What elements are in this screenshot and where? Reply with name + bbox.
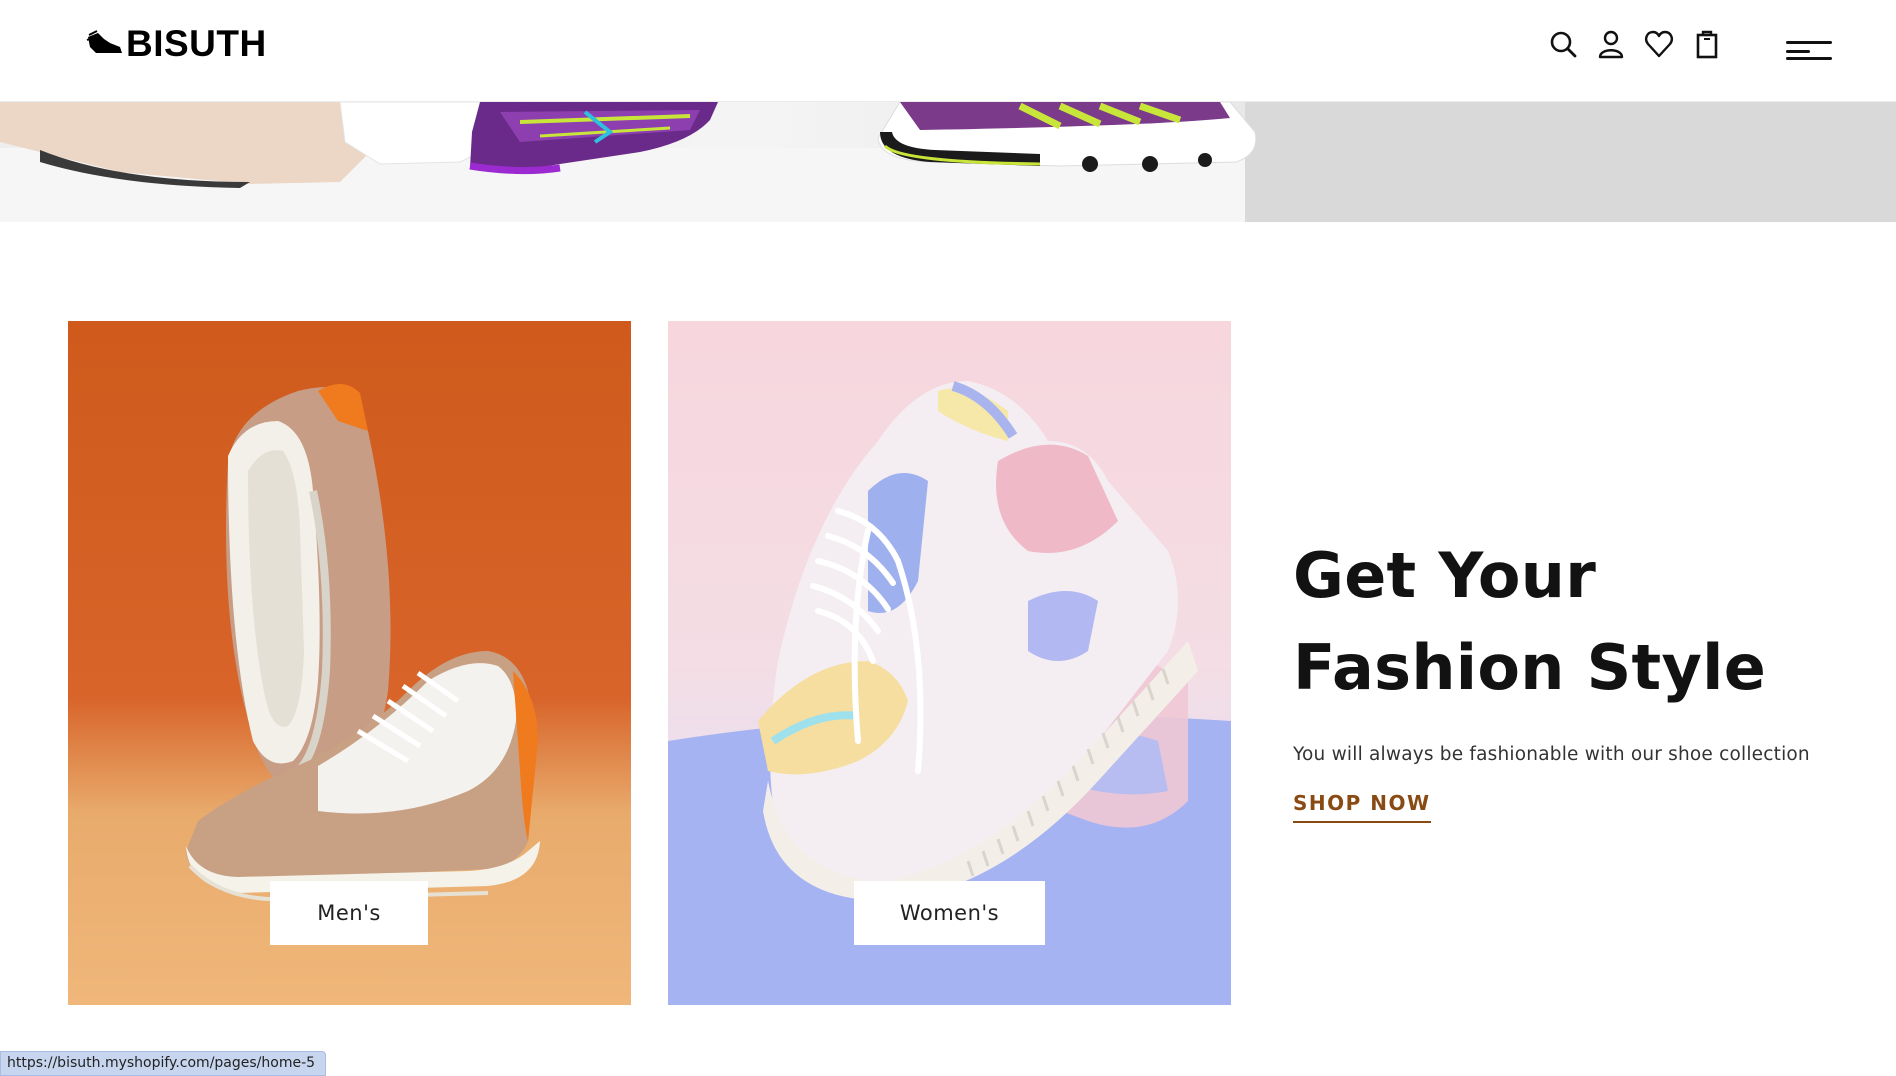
status-bar-url: https://bisuth.myshopify.com/pages/home-… — [0, 1051, 327, 1076]
promo-title-line-1: Get Your — [1293, 539, 1597, 612]
header-actions — [1548, 28, 1722, 60]
account-icon[interactable] — [1596, 28, 1626, 60]
promo-subtitle: You will always be fashionable with our … — [1293, 744, 1810, 765]
cart-icon[interactable] — [1692, 28, 1722, 60]
hamburger-menu-icon[interactable] — [1786, 38, 1832, 62]
promo-section: Get Your Fashion Style You will always b… — [1293, 530, 1853, 823]
site-header: BISUTH — [0, 0, 1896, 102]
category-card-womens[interactable]: Women's — [668, 321, 1231, 1005]
wishlist-icon[interactable] — [1644, 28, 1674, 60]
hero-banner-image — [0, 102, 1896, 222]
sneaker-logo-icon — [86, 30, 122, 53]
promo-title-line-2: Fashion Style — [1293, 631, 1767, 704]
shop-now-link[interactable]: SHOP NOW — [1293, 791, 1431, 823]
category-card-mens[interactable]: Men's — [68, 321, 631, 1005]
brand-name: BISUTH — [126, 23, 267, 64]
mens-category-button[interactable]: Men's — [270, 881, 428, 945]
promo-title: Get Your Fashion Style — [1293, 530, 1853, 714]
brand-logo[interactable]: BISUTH — [86, 22, 267, 66]
womens-category-button[interactable]: Women's — [854, 881, 1045, 945]
search-icon[interactable] — [1548, 28, 1578, 60]
hero-sneakers-illustration — [0, 102, 1896, 222]
